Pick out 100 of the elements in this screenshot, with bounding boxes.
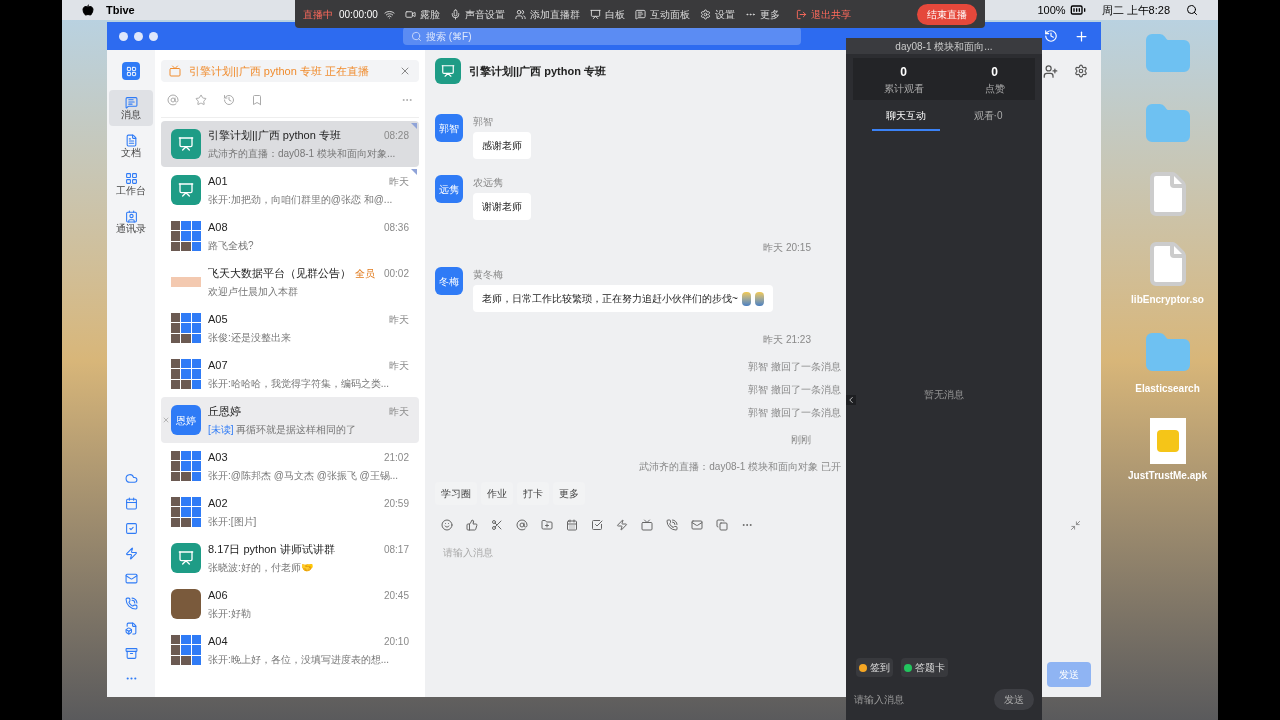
nav-item[interactable]: 通讯录 [109, 204, 153, 240]
conversation-item[interactable]: A05 昨天 张俊:还是没整出来 [161, 305, 419, 351]
settings-icon[interactable] [1074, 64, 1088, 78]
toolbar-icon[interactable] [541, 519, 553, 531]
app-shortcut-icon[interactable] [124, 597, 138, 610]
conversation-item[interactable]: A08 08:36 路飞全栈? [161, 213, 419, 259]
conversation-item[interactable]: 恩婷 丘恩婷 昨天 [未读] 再循环就是据这样相同的了 [161, 397, 419, 443]
toolbar-button[interactable]: 露脸 [404, 6, 440, 22]
sender-name: 郭智 [473, 115, 493, 129]
conversation-item[interactable]: A07 昨天 张开:哈哈哈，我觉得字符集，编码之类... [161, 351, 419, 397]
toolbar-icon[interactable] [591, 519, 603, 531]
toolbar-icon[interactable] [641, 519, 653, 531]
conversation-name: 丘恩婷 [208, 404, 241, 420]
toolbar-button[interactable]: 设置 [699, 6, 735, 22]
toolbar-icon[interactable] [666, 519, 678, 531]
nav-item[interactable]: 工作台 [109, 166, 153, 202]
message-preview: 路飞全栈? [208, 238, 254, 253]
toolbar-icon[interactable] [566, 519, 578, 531]
toolbar-icon[interactable] [691, 519, 703, 531]
initials-avatar: 恩婷 [171, 405, 201, 435]
conversation-time: 08:28 [383, 129, 409, 143]
conversation-item[interactable]: 8.17日 python 讲师试讲群 08:17 张晓波:好的，付老师🤝 [161, 535, 419, 581]
panel-tab[interactable]: 聊天互动 [871, 108, 940, 131]
conversation-time: 00:02 [383, 267, 409, 281]
conversation-item[interactable]: A01 昨天 张开:加把劲，向咱们群里的@张恋 和@... [161, 167, 419, 213]
toolbar-icon[interactable] [491, 519, 503, 531]
system-notice: 郭智 撤回了一条消息 [748, 406, 841, 420]
conversation-time: 20:10 [383, 635, 409, 649]
app-shortcut-icon[interactable] [124, 522, 138, 535]
toolbar-button[interactable]: 更多 [744, 6, 780, 22]
panel-tab[interactable]: 观看·0 [959, 108, 1017, 131]
toolbar-icon[interactable] [441, 519, 453, 531]
app-shortcut-icon[interactable] [124, 472, 138, 485]
toolbar-icon[interactable] [516, 519, 528, 531]
toolbar-button[interactable]: 声音设置 [449, 6, 505, 22]
exit-share-button[interactable]: 退出共享 [795, 6, 851, 22]
toolbar-button[interactable]: 添加直播群 [514, 6, 580, 22]
close-icon[interactable] [399, 65, 411, 77]
app-shortcut-icon[interactable] [124, 572, 138, 585]
app-name[interactable]: Tbive [106, 1, 135, 19]
conversation-item[interactable]: A02 20:59 张开:[图片] [161, 489, 419, 535]
message-preview: 再循环就是据这样相同的了 [235, 422, 356, 437]
timestamp: 昨天 20:15 [763, 241, 811, 255]
app-shortcut-icon[interactable] [124, 497, 138, 510]
action-chip[interactable]: 签到 [856, 658, 893, 677]
conversation-item[interactable]: A04 20:10 张开:晚上好，各位，没填写进度表的想... [161, 627, 419, 673]
filter-icon[interactable] [167, 93, 179, 106]
collapse-icon[interactable] [846, 394, 856, 405]
conversation-item[interactable]: 飞天大数据平台（见群公告） 全员 00:02 欢迎卢仕晨加入本群 [161, 259, 419, 305]
filter-icon[interactable] [251, 93, 263, 106]
app-shortcut-icon[interactable] [124, 622, 138, 635]
workspace-logo[interactable] [122, 62, 140, 80]
tag: 全员 [355, 266, 375, 281]
toolbar-icon[interactable] [716, 519, 728, 531]
conversation-item[interactable]: A06 20:45 张开:好勒 [161, 581, 419, 627]
stat-label: 累计观看 [883, 81, 924, 96]
conversation-time: 21:02 [383, 451, 409, 465]
add-icon[interactable] [1074, 28, 1089, 44]
app-shortcut-icon[interactable] [124, 647, 138, 660]
signal-icon [383, 8, 395, 20]
apple-logo-icon[interactable] [82, 4, 94, 16]
conversation-name: A03 [208, 450, 228, 466]
conversation-item[interactable]: 引擎计划||广西 python 专班 08:28 武沛齐的直播：day08-1 模块和面向对象... [161, 121, 419, 167]
search-icon[interactable] [1186, 4, 1198, 16]
empty-message: 暂无消息 [924, 388, 964, 402]
initials-avatar: 远隽 [435, 175, 463, 203]
apk-file-icon[interactable] [1149, 418, 1186, 464]
conversation-item[interactable]: A03 21:02 张开:@陈邦杰 @马文杰 @张振飞 @王锡... [161, 443, 419, 489]
toolbar-icon[interactable] [466, 519, 478, 531]
send-button[interactable]: 发送 [994, 689, 1034, 710]
corner-mark [411, 169, 417, 175]
collapse-icon[interactable] [1070, 519, 1081, 531]
filter-icon[interactable] [223, 93, 235, 106]
toolbar-button[interactable]: 白板 [589, 6, 625, 22]
nav-item[interactable]: 消息 [109, 90, 153, 126]
clock[interactable]: 周二 上午8:28 [1101, 1, 1170, 19]
live-status: 直播中 [303, 7, 333, 22]
logo-placeholder [171, 277, 201, 287]
battery-icon[interactable] [1069, 2, 1086, 18]
group-avatar [171, 543, 201, 573]
filter-icon[interactable] [195, 93, 207, 106]
add-member-icon[interactable] [1043, 63, 1058, 79]
message-preview: 张开:@陈邦杰 @马文杰 @张振飞 @王锡... [208, 468, 399, 483]
system-notice: 郭智 撤回了一条消息 [748, 360, 841, 374]
nav-icon [124, 171, 138, 185]
toolbar-icon [449, 8, 461, 20]
action-chip[interactable]: 答题卡 [901, 658, 948, 677]
live-icon [169, 65, 181, 77]
app-shortcut-icon[interactable] [124, 547, 138, 560]
live-timer: 00:00:00 [339, 7, 378, 22]
corner-mark [411, 123, 417, 129]
toolbar-button[interactable]: 互动面板 [634, 6, 690, 22]
message-preview: 张俊:还是没整出来 [208, 330, 291, 345]
end-live-button[interactable]: 结束直播 [917, 3, 977, 25]
group-avatar [171, 129, 201, 159]
nav-item[interactable]: 文档 [109, 128, 153, 164]
message-preview: 张开:[图片] [208, 514, 257, 529]
history-icon[interactable] [1044, 29, 1058, 43]
toolbar-icon[interactable] [616, 519, 628, 531]
chat-input-field[interactable]: 请输入消息 [854, 692, 904, 707]
